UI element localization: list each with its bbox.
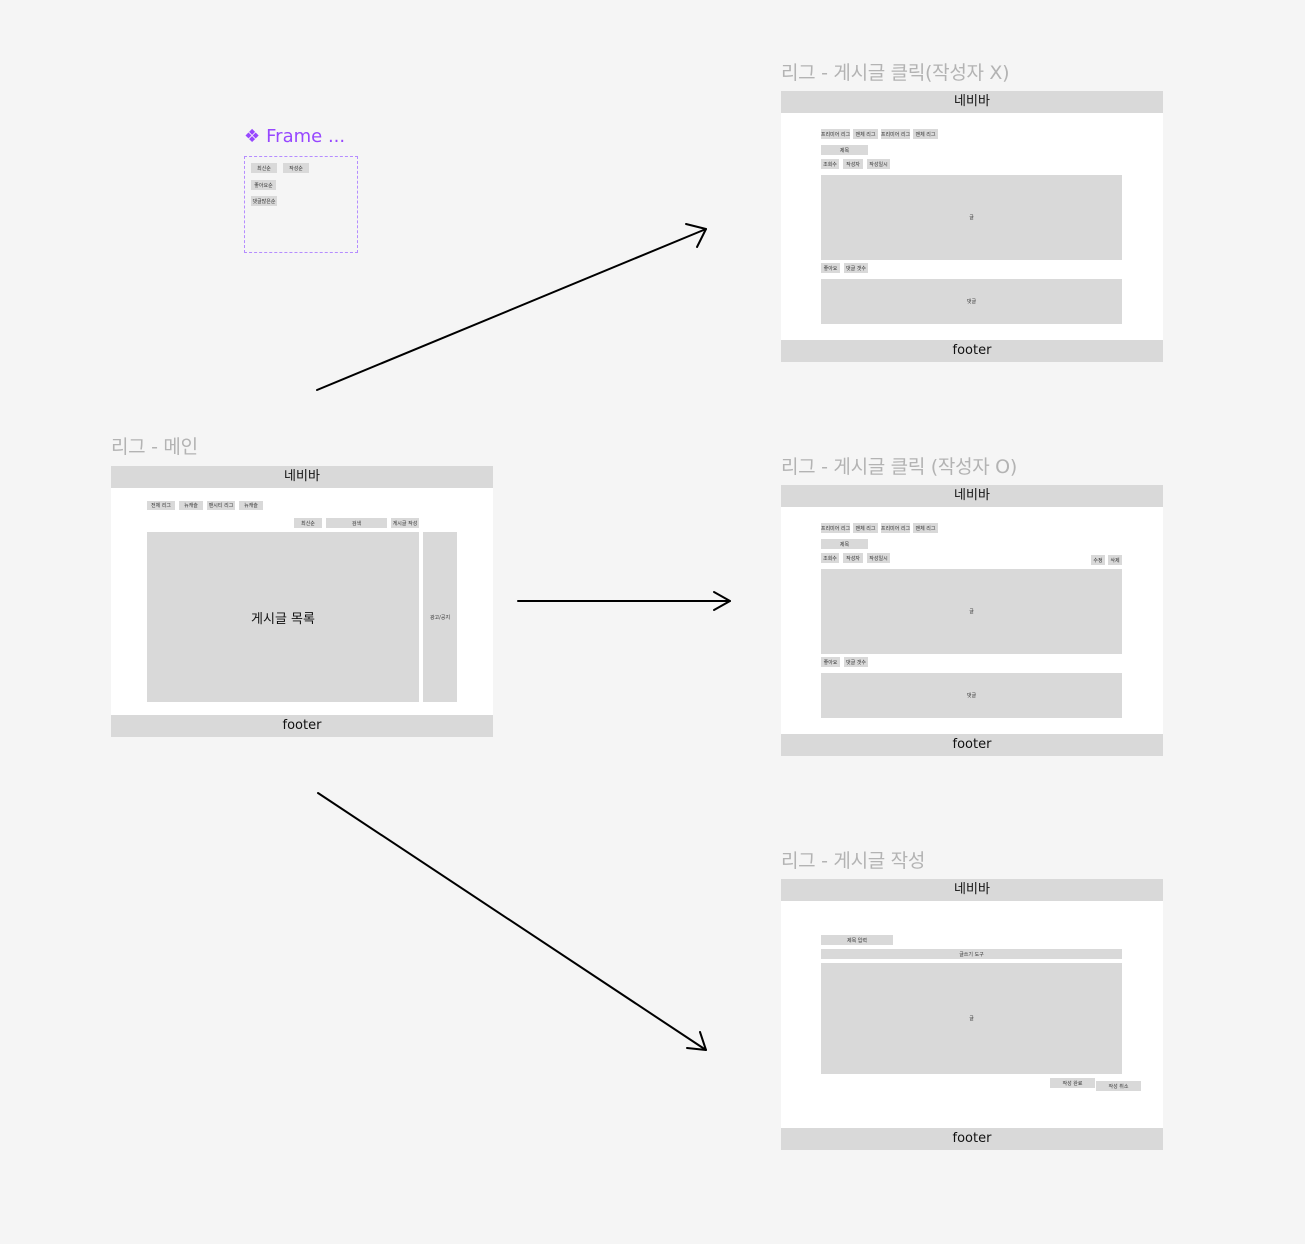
arrow-to-post-view-owner [517,591,731,611]
arrow-to-post-view-other [316,223,707,391]
flow-arrows [316,223,731,1051]
arrow-to-post-write [317,792,707,1051]
